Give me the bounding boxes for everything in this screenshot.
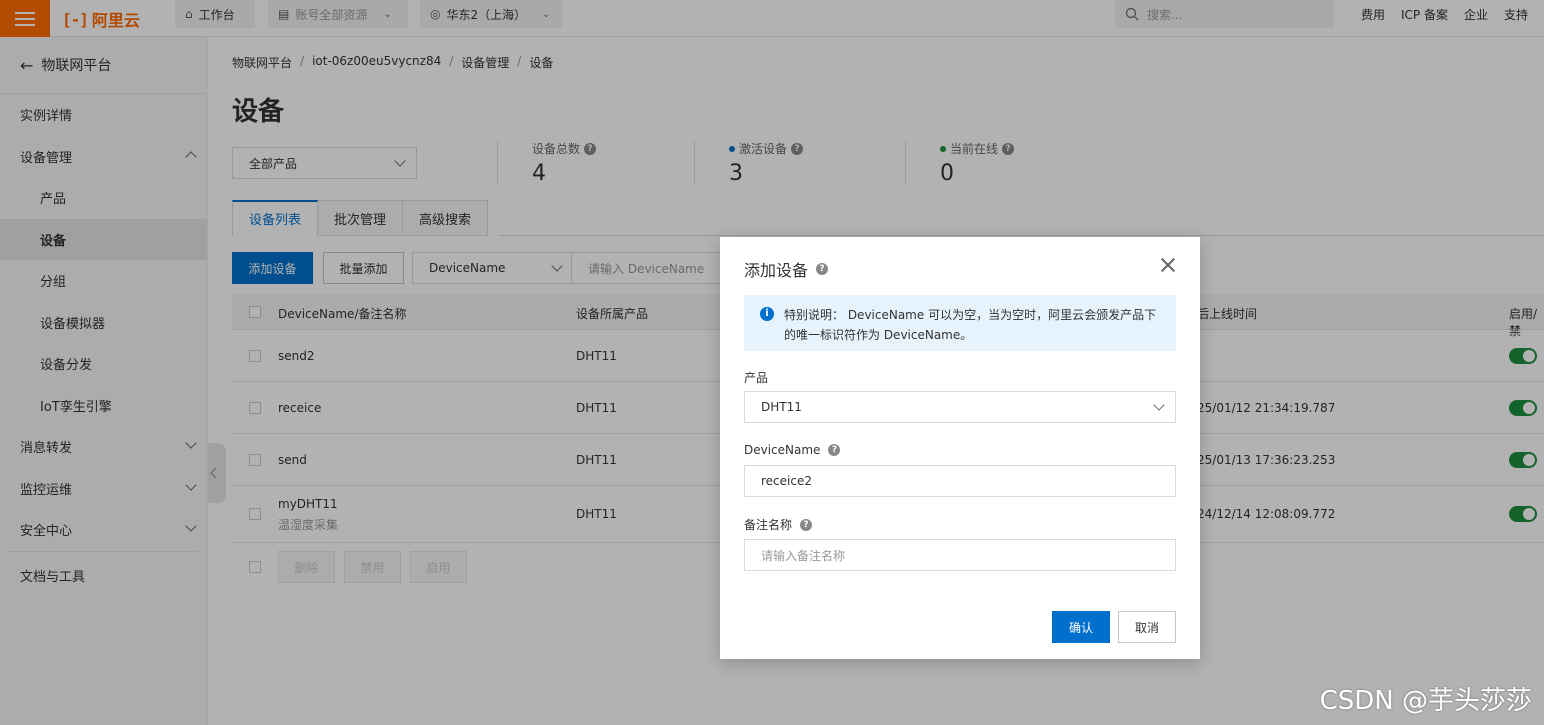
chevron-down-icon [1153, 399, 1165, 411]
note-label: 备注名称? [744, 516, 813, 533]
close-icon[interactable] [1160, 257, 1176, 273]
help-icon[interactable]: ? [816, 263, 829, 275]
product-label: 产品 [744, 369, 768, 386]
product-select-value: DHT11 [761, 400, 802, 414]
notice-box: i 特别说明： DeviceName 可以为空，当为空时，阿里云会颁发产品下的唯… [744, 295, 1176, 351]
note-input[interactable]: 请输入备注名称 [744, 539, 1176, 571]
add-device-dialog: 添加设备 ? i 特别说明： DeviceName 可以为空，当为空时，阿里云会… [720, 237, 1200, 659]
help-icon[interactable]: ? [800, 518, 813, 531]
help-icon[interactable]: ? [828, 444, 841, 456]
dialog-title: 添加设备 ? [744, 257, 829, 281]
info-icon: i [760, 307, 774, 321]
product-select[interactable]: DHT11 [744, 391, 1176, 423]
confirm-button[interactable]: 确认 [1052, 611, 1110, 643]
cancel-button[interactable]: 取消 [1118, 611, 1176, 643]
notice-text: 特别说明： DeviceName 可以为空，当为空时，阿里云会颁发产品下的唯一标… [784, 308, 1157, 342]
field-label: DeviceName [744, 443, 821, 457]
devicename-input[interactable]: receice2 [744, 465, 1176, 497]
dialog-title-text: 添加设备 [744, 261, 809, 280]
devicename-label: DeviceName? [744, 443, 841, 457]
field-label: 产品 [744, 371, 769, 385]
note-placeholder: 请输入备注名称 [761, 548, 846, 563]
watermark: CSDN @芋头莎莎 [1319, 686, 1532, 716]
devicename-value: receice2 [761, 474, 812, 488]
field-label: 备注名称 [744, 518, 793, 532]
